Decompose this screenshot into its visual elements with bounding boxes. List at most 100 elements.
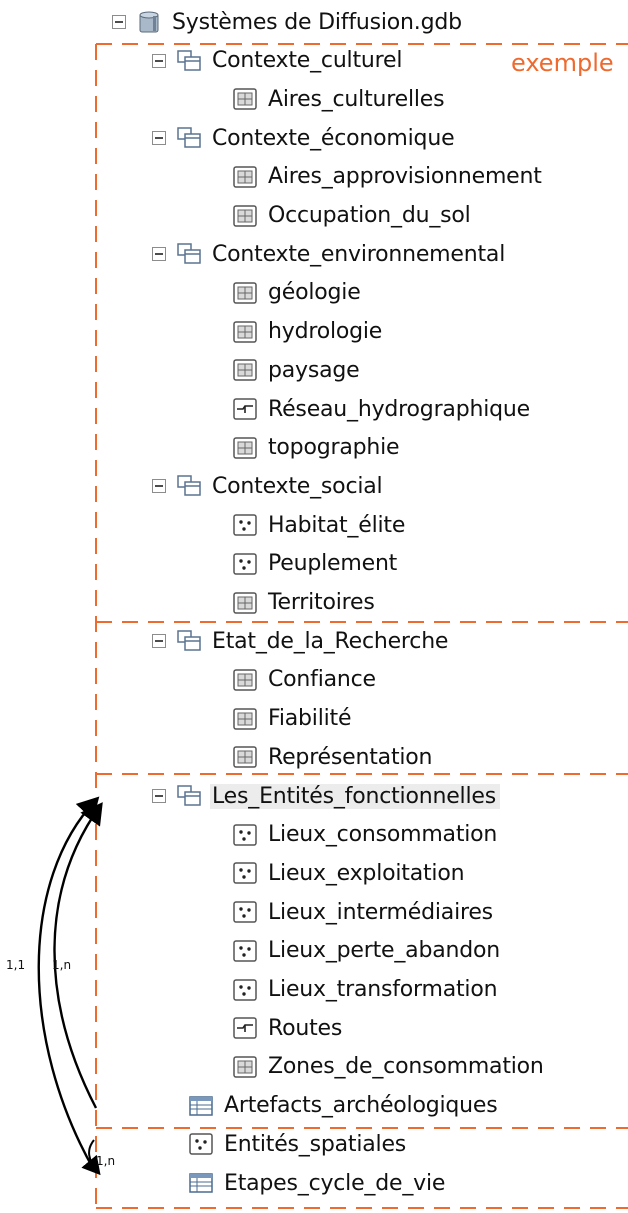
tree-item-label: Etapes_cycle_de_vie — [224, 1170, 446, 1196]
tree-item-label: Fiabilité — [268, 706, 352, 732]
point-feature-class-icon — [188, 1132, 214, 1156]
collapse-toggle-icon[interactable] — [112, 15, 126, 29]
tree-item-label: Systèmes de Diffusion.gdb — [172, 9, 462, 35]
tree-feature-class[interactable]: Peuplement — [232, 546, 397, 582]
collapse-toggle-icon[interactable] — [152, 131, 166, 146]
polygon-feature-class-icon — [232, 668, 258, 692]
tree-standalone-item[interactable]: Artefacts_archéologiques — [188, 1088, 498, 1124]
cardinality-label-left: 1,1 — [6, 958, 26, 972]
tree-item-label: Réseau_hydrographique — [268, 396, 530, 422]
polygon-feature-class-icon — [232, 436, 258, 460]
feature-dataset-icon — [176, 784, 202, 808]
collapse-toggle-icon[interactable] — [152, 479, 166, 494]
tree-item-label: géologie — [268, 280, 361, 306]
tree-feature-class[interactable]: Lieux_perte_abandon — [232, 933, 500, 969]
point-feature-class-icon — [232, 513, 258, 537]
tree-item-label: paysage — [268, 357, 360, 383]
tree-item-label: Confiance — [268, 667, 376, 693]
tree-dataset[interactable]: Les_Entités_fonctionnelles — [152, 778, 500, 814]
point-feature-class-icon — [232, 823, 258, 847]
tree-dataset[interactable]: Contexte_social — [152, 468, 383, 504]
collapse-toggle-icon[interactable] — [152, 53, 166, 68]
polygon-feature-class-icon — [232, 165, 258, 189]
tree-item-label: Contexte_environnemental — [212, 241, 506, 267]
tree-item-label: Artefacts_archéologiques — [224, 1093, 498, 1119]
geodatabase-icon — [136, 10, 162, 34]
tree-root-geodatabase[interactable]: Systèmes de Diffusion.gdb — [112, 4, 462, 40]
tree-feature-class[interactable]: Confiance — [232, 662, 376, 698]
point-feature-class-icon — [232, 939, 258, 963]
tree-item-label: Lieux_intermédiaires — [268, 899, 493, 925]
exemple-label: exemple — [511, 49, 614, 77]
table-icon — [188, 1171, 214, 1195]
tree-item-label: Lieux_exploitation — [268, 860, 465, 886]
polygon-feature-class-icon — [232, 281, 258, 305]
tree-item-label: Routes — [268, 1015, 343, 1041]
tree-item-label: Zones_de_consommation — [268, 1054, 544, 1080]
tree-item-label: Aires_approvisionnement — [268, 164, 542, 190]
tree-feature-class[interactable]: hydrologie — [232, 314, 382, 350]
collapse-toggle-icon[interactable] — [152, 247, 166, 262]
tree-feature-class[interactable]: Lieux_intermédiaires — [232, 894, 493, 930]
tree-item-label: Etat_de_la_Recherche — [212, 628, 449, 654]
tree-feature-class[interactable]: Aires_approvisionnement — [232, 159, 542, 195]
tree-feature-class[interactable]: Occupation_du_sol — [232, 198, 471, 234]
tree-item-label: Entités_spatiales — [224, 1131, 407, 1157]
tree-feature-class[interactable]: géologie — [232, 275, 361, 311]
line-feature-class-icon — [232, 1016, 258, 1040]
tree-dataset[interactable]: Contexte_économique — [152, 120, 455, 156]
feature-dataset-icon — [176, 629, 202, 653]
polygon-feature-class-icon — [232, 1055, 258, 1079]
tree-feature-class[interactable]: Aires_culturelles — [232, 81, 445, 117]
tree-item-label: Lieux_perte_abandon — [268, 938, 501, 964]
point-feature-class-icon — [232, 900, 258, 924]
tree-dataset[interactable]: Etat_de_la_Recherche — [152, 623, 448, 659]
tree-item-label: Les_Entités_fonctionnelles — [210, 783, 500, 809]
tree-feature-class[interactable]: Territoires — [232, 585, 375, 621]
tree-feature-class[interactable]: Lieux_consommation — [232, 817, 497, 853]
tree-dataset[interactable]: Contexte_culturel — [152, 43, 402, 79]
polygon-feature-class-icon — [232, 358, 258, 382]
tree-feature-class[interactable]: Lieux_transformation — [232, 972, 498, 1008]
tree-standalone-item[interactable]: Etapes_cycle_de_vie — [188, 1165, 445, 1201]
cardinality-label-bottom: 1,n — [96, 1154, 116, 1168]
tree-feature-class[interactable]: Routes — [232, 1010, 342, 1046]
polygon-feature-class-icon — [232, 204, 258, 228]
tree-item-label: Contexte_social — [212, 473, 383, 499]
tree-feature-class[interactable]: Zones_de_consommation — [232, 1049, 544, 1085]
line-feature-class-icon — [232, 397, 258, 421]
feature-dataset-icon — [176, 474, 202, 498]
tree-standalone-item[interactable]: Entités_spatiales — [188, 1126, 406, 1162]
tree-feature-class[interactable]: Réseau_hydrographique — [232, 391, 530, 427]
polygon-feature-class-icon — [232, 591, 258, 615]
tree-item-label: Aires_culturelles — [268, 86, 445, 112]
tree-feature-class[interactable]: Fiabilité — [232, 701, 352, 737]
polygon-feature-class-icon — [232, 320, 258, 344]
tree-feature-class[interactable]: paysage — [232, 352, 360, 388]
tree-feature-class[interactable]: Habitat_élite — [232, 507, 405, 543]
point-feature-class-icon — [232, 978, 258, 1002]
polygon-feature-class-icon — [232, 745, 258, 769]
tree-item-label: Habitat_élite — [268, 512, 406, 538]
tree-item-label: Territoires — [268, 590, 375, 615]
relation-arrow-inner — [53, 802, 103, 1109]
cardinality-label-right: 1,n — [52, 958, 72, 972]
collapse-toggle-icon[interactable] — [152, 634, 166, 649]
tree-item-label: Contexte_économique — [212, 125, 455, 151]
tree-item-label: Lieux_transformation — [268, 977, 498, 1002]
point-feature-class-icon — [232, 861, 258, 885]
tree-feature-class[interactable]: topographie — [232, 430, 400, 466]
tree-feature-class[interactable]: Lieux_exploitation — [232, 855, 465, 891]
table-icon — [188, 1094, 214, 1118]
feature-dataset-icon — [176, 242, 202, 266]
relation-arrow-outer — [37, 796, 100, 1171]
tree-item-label: Occupation_du_sol — [268, 203, 471, 228]
tree-item-label: topographie — [268, 435, 400, 461]
collapse-toggle-icon[interactable] — [152, 789, 166, 803]
tree-dataset[interactable]: Contexte_environnemental — [152, 236, 505, 272]
tree-item-label: hydrologie — [268, 319, 383, 345]
tree-feature-class[interactable]: Représentation — [232, 739, 432, 775]
tree-item-label: Représentation — [268, 744, 433, 770]
tree-item-label: Peuplement — [268, 551, 398, 577]
polygon-feature-class-icon — [232, 87, 258, 111]
